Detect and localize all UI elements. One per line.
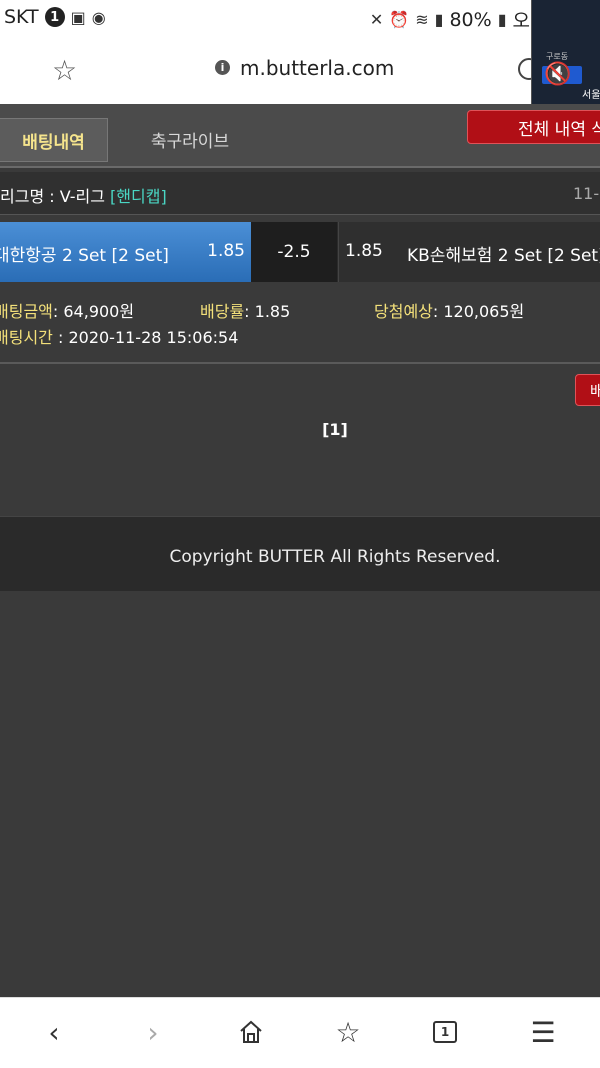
site-info-icon[interactable]: i: [215, 60, 230, 75]
pip-video[interactable]: 구로동 🔇 서울 김: [531, 0, 600, 110]
league-row: 리그명 : V-리그 [핸디캡] 11-: [0, 172, 600, 215]
bookmark-star-icon[interactable]: ☆: [52, 54, 77, 87]
bet-amount-value: : 64,900원: [52, 302, 135, 321]
wifi-icon: ≋: [415, 10, 429, 29]
copyright-text: Copyright BUTTER All Rights Reserved.: [169, 547, 501, 567]
battery-percent: 80%: [449, 8, 492, 31]
league-date: 11-: [573, 184, 600, 203]
tabs-count: 1: [433, 1021, 457, 1043]
handicap-value: -2.5: [251, 222, 337, 282]
bet-time-value: : 2020-11-28 15:06:54: [52, 328, 239, 347]
time-prefix: 오: [512, 10, 530, 32]
league-name: 리그명 : V-리그: [0, 187, 105, 206]
browser-url-bar: ☆ i m.butterla.com: [0, 36, 600, 104]
image-icon: ▣: [70, 7, 86, 27]
speaker-mute-icon[interactable]: 🔇: [544, 62, 571, 87]
url-text[interactable]: m.butterla.com: [240, 56, 394, 80]
away-odds: 1.85: [345, 241, 383, 261]
bet-amount: 배팅금액: 64,900원: [0, 298, 134, 322]
away-team-cell: 1.85 KB손해보험 2 Set [2 Set]: [338, 222, 600, 282]
pagination[interactable]: [1]: [0, 420, 600, 439]
delete-all-history-button[interactable]: 전체 내역 삭: [467, 110, 600, 144]
away-team-name: KB손해보험 2 Set [2 Set]: [407, 246, 600, 266]
bet-action-button[interactable]: 배: [575, 374, 600, 406]
home-team-name: 대한항공 2 Set [2 Set]: [0, 246, 169, 266]
pip-small-text: 구로동: [546, 52, 569, 61]
handicap-tag: [핸디캡]: [110, 187, 167, 206]
home-odds: 1.85: [207, 241, 245, 261]
signal-icon: ▮: [434, 10, 444, 29]
home-icon[interactable]: [229, 1012, 273, 1052]
league-label: 리그명 : V-리그 [핸디캡]: [0, 183, 167, 207]
bet-time-label: 배팅시간: [0, 328, 53, 347]
app-notification-icon: ◉: [91, 7, 106, 27]
bet-time: 배팅시간 : 2020-11-28 15:06:54: [0, 324, 238, 348]
expected-win-label: 당첨예상: [374, 302, 433, 321]
bet-row: 대한항공 2 Set [2 Set] 1.85 -2.5 1.85 KB손해보험…: [0, 222, 600, 282]
expected-win: 당첨예상: 120,065원: [374, 298, 524, 322]
bet-odds-label: 배당률: [200, 302, 245, 321]
status-left: SKT 1 ▣ ◉: [4, 6, 106, 28]
tab-soccer-live[interactable]: 축구라이브: [120, 118, 260, 160]
pip-caption: 서울 김: [582, 90, 600, 101]
tabs-icon[interactable]: 1: [423, 1012, 467, 1052]
mute-icon: ✕: [369, 10, 384, 29]
bet-amount-label: 배팅금액: [0, 302, 53, 321]
tab-bet-history[interactable]: 배팅내역: [0, 118, 108, 162]
back-icon[interactable]: ‹: [32, 1012, 76, 1052]
bet-odds-value: : 1.85: [244, 302, 291, 321]
notification-count-icon: 1: [44, 7, 65, 27]
divider: [0, 362, 600, 364]
bet-odds: 배당률: 1.85: [200, 298, 290, 322]
alarm-icon: ⏰: [389, 10, 410, 29]
browser-bottom-nav: ‹ › ☆ 1 ☰: [0, 997, 600, 1068]
footer: Copyright BUTTER All Rights Reserved.: [0, 516, 600, 591]
carrier-label: SKT: [4, 6, 39, 28]
tab-bar: 배팅내역 축구라이브 전체 내역 삭: [0, 104, 600, 168]
status-bar: SKT 1 ▣ ◉ ✕ ⏰ ≋ ▮ 80% ▮ 오: [0, 0, 600, 36]
home-svg: [240, 1020, 262, 1043]
menu-icon[interactable]: ☰: [521, 1012, 565, 1052]
status-right: ✕ ⏰ ≋ ▮ 80% ▮ 오: [370, 6, 530, 33]
battery-icon: ▮: [497, 10, 507, 29]
expected-win-value: : 120,065원: [432, 302, 525, 321]
bookmarks-icon[interactable]: ☆: [326, 1012, 370, 1052]
home-team-cell: 대한항공 2 Set [2 Set] 1.85: [0, 222, 251, 282]
forward-icon[interactable]: ›: [131, 1012, 175, 1052]
